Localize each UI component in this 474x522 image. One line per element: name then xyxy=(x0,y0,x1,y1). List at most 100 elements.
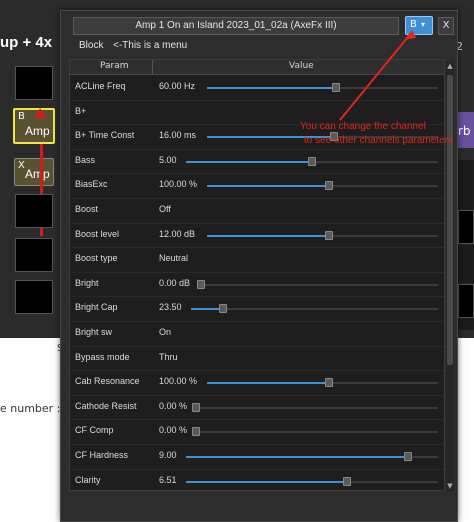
param-value[interactable]: 0.00 % xyxy=(159,425,187,435)
slider-handle[interactable] xyxy=(192,402,201,412)
grid-cell[interactable] xyxy=(15,194,53,228)
grid-cell[interactable] xyxy=(15,280,53,314)
param-name: Bright xyxy=(75,277,99,288)
param-slider[interactable] xyxy=(206,378,438,388)
param-value[interactable]: 100.00 % xyxy=(159,179,197,189)
amp-block-label: Amp xyxy=(25,124,50,138)
table-row[interactable]: BiasExc 100.00 % xyxy=(70,174,444,199)
amp-channel-label: X xyxy=(18,160,25,171)
param-name: CF Comp xyxy=(75,425,114,436)
param-name: Boost level xyxy=(75,228,120,239)
param-name: CF Hardness xyxy=(75,449,129,460)
scrollbar[interactable]: ▲ ▼ xyxy=(446,61,454,491)
slider-handle[interactable] xyxy=(325,230,334,240)
param-slider[interactable] xyxy=(185,451,438,461)
param-name: Bypass mode xyxy=(75,351,130,362)
param-slider[interactable] xyxy=(192,427,438,437)
param-value[interactable]: 0.00 dB xyxy=(159,278,190,288)
param-value[interactable]: 5.00 xyxy=(159,155,177,165)
param-name: Clarity xyxy=(75,474,101,485)
table-row[interactable]: Boost level 12.00 dB xyxy=(70,224,444,249)
table-row[interactable]: CF Hardness 9.00 xyxy=(70,445,444,470)
param-name: Cab Resonance xyxy=(75,376,140,387)
table-row[interactable]: Bass 5.00 xyxy=(70,150,444,175)
table-row[interactable]: Boost type Neutral xyxy=(70,248,444,273)
param-value[interactable]: 6.51 xyxy=(159,475,177,485)
annotation-text: to see other channels parameters xyxy=(304,135,453,146)
param-name: BiasExc xyxy=(75,179,108,190)
slider-handle[interactable] xyxy=(192,427,201,437)
grid-cell[interactable] xyxy=(458,284,474,318)
param-name: B+ xyxy=(75,105,87,116)
scroll-down-icon[interactable]: ▼ xyxy=(446,481,454,491)
amp-block[interactable]: X Amp xyxy=(14,158,54,186)
scroll-thumb[interactable] xyxy=(447,75,453,365)
param-slider[interactable] xyxy=(191,304,438,314)
slider-handle[interactable] xyxy=(307,156,316,166)
amp-block-selected[interactable]: B Amp xyxy=(13,108,55,144)
grid-cell[interactable] xyxy=(15,238,53,272)
param-value[interactable]: 60.00 Hz xyxy=(159,81,195,91)
param-value[interactable]: 12.00 dB xyxy=(159,229,195,239)
param-value[interactable]: 23.50 xyxy=(159,302,182,312)
param-name: B+ Time Const xyxy=(75,130,135,141)
param-slider[interactable] xyxy=(197,279,438,289)
param-value[interactable]: On xyxy=(159,327,171,337)
param-name: Bass xyxy=(75,154,96,165)
slider-handle[interactable] xyxy=(403,451,412,461)
param-value[interactable]: 100.00 % xyxy=(159,376,197,386)
slider-handle[interactable] xyxy=(219,304,228,314)
param-slider[interactable] xyxy=(206,83,438,92)
slider-handle[interactable] xyxy=(332,83,341,92)
column-header-value: Value xyxy=(289,61,314,71)
slider-fill xyxy=(185,455,408,458)
slider-handle[interactable] xyxy=(197,279,206,289)
block-menu-button[interactable]: Block xyxy=(79,40,103,51)
param-slider[interactable] xyxy=(185,476,438,486)
table-row[interactable]: Cathode Resist 0.00 % xyxy=(70,396,444,421)
table-row[interactable]: Clarity 6.51 xyxy=(70,470,444,491)
channel-label: B xyxy=(410,19,417,30)
slider-handle[interactable] xyxy=(325,378,334,388)
param-slider[interactable] xyxy=(206,230,438,240)
table-row[interactable]: ACLine Freq 60.00 Hz xyxy=(70,76,444,101)
param-value[interactable]: 0.00 % xyxy=(159,401,187,411)
table-row[interactable]: Bypass mode Thru xyxy=(70,347,444,372)
table-row[interactable]: Cab Resonance 100.00 % xyxy=(70,371,444,396)
param-value[interactable]: 16.00 ms xyxy=(159,130,196,140)
param-name: Cathode Resist xyxy=(75,400,137,411)
slider-fill xyxy=(206,87,337,89)
slider-fill xyxy=(185,480,348,483)
annotation-text: You can change the channel xyxy=(300,121,426,132)
table-row[interactable]: Boost Off xyxy=(70,199,444,224)
table-row[interactable]: Bright sw On xyxy=(70,322,444,347)
table-row[interactable]: Bright 0.00 dB xyxy=(70,273,444,298)
param-value[interactable]: Thru xyxy=(159,352,178,362)
param-name: Bright sw xyxy=(75,326,113,337)
param-value[interactable]: Neutral xyxy=(159,253,188,263)
param-value[interactable]: 9.00 xyxy=(159,450,177,460)
table-row[interactable]: CF Comp 0.00 % xyxy=(70,420,444,445)
param-slider[interactable] xyxy=(206,181,438,191)
column-header-param: Param xyxy=(100,61,129,71)
param-name: ACLine Freq xyxy=(75,81,126,91)
close-button[interactable]: X xyxy=(438,17,454,35)
grid-cell[interactable] xyxy=(458,210,474,244)
scroll-up-icon[interactable]: ▲ xyxy=(446,61,454,71)
slider-fill xyxy=(206,382,330,385)
param-value[interactable]: Off xyxy=(159,204,171,214)
amp-block-label: Amp xyxy=(25,167,50,181)
param-slider[interactable] xyxy=(192,402,438,412)
param-name: Boost xyxy=(75,203,99,214)
param-slider[interactable] xyxy=(185,156,438,166)
column-divider xyxy=(152,60,153,74)
grid-cell[interactable] xyxy=(15,66,53,100)
chevron-down-icon: ▾ xyxy=(421,20,426,29)
block-right-label: rb xyxy=(458,124,471,138)
slider-handle[interactable] xyxy=(343,476,352,486)
slider-fill xyxy=(206,185,330,188)
table-row[interactable]: Bright Cap 23.50 xyxy=(70,297,444,322)
slider-handle[interactable] xyxy=(325,181,334,191)
channel-select-button[interactable]: B ▾ xyxy=(405,16,433,35)
amp-channel-label: B xyxy=(18,111,25,122)
